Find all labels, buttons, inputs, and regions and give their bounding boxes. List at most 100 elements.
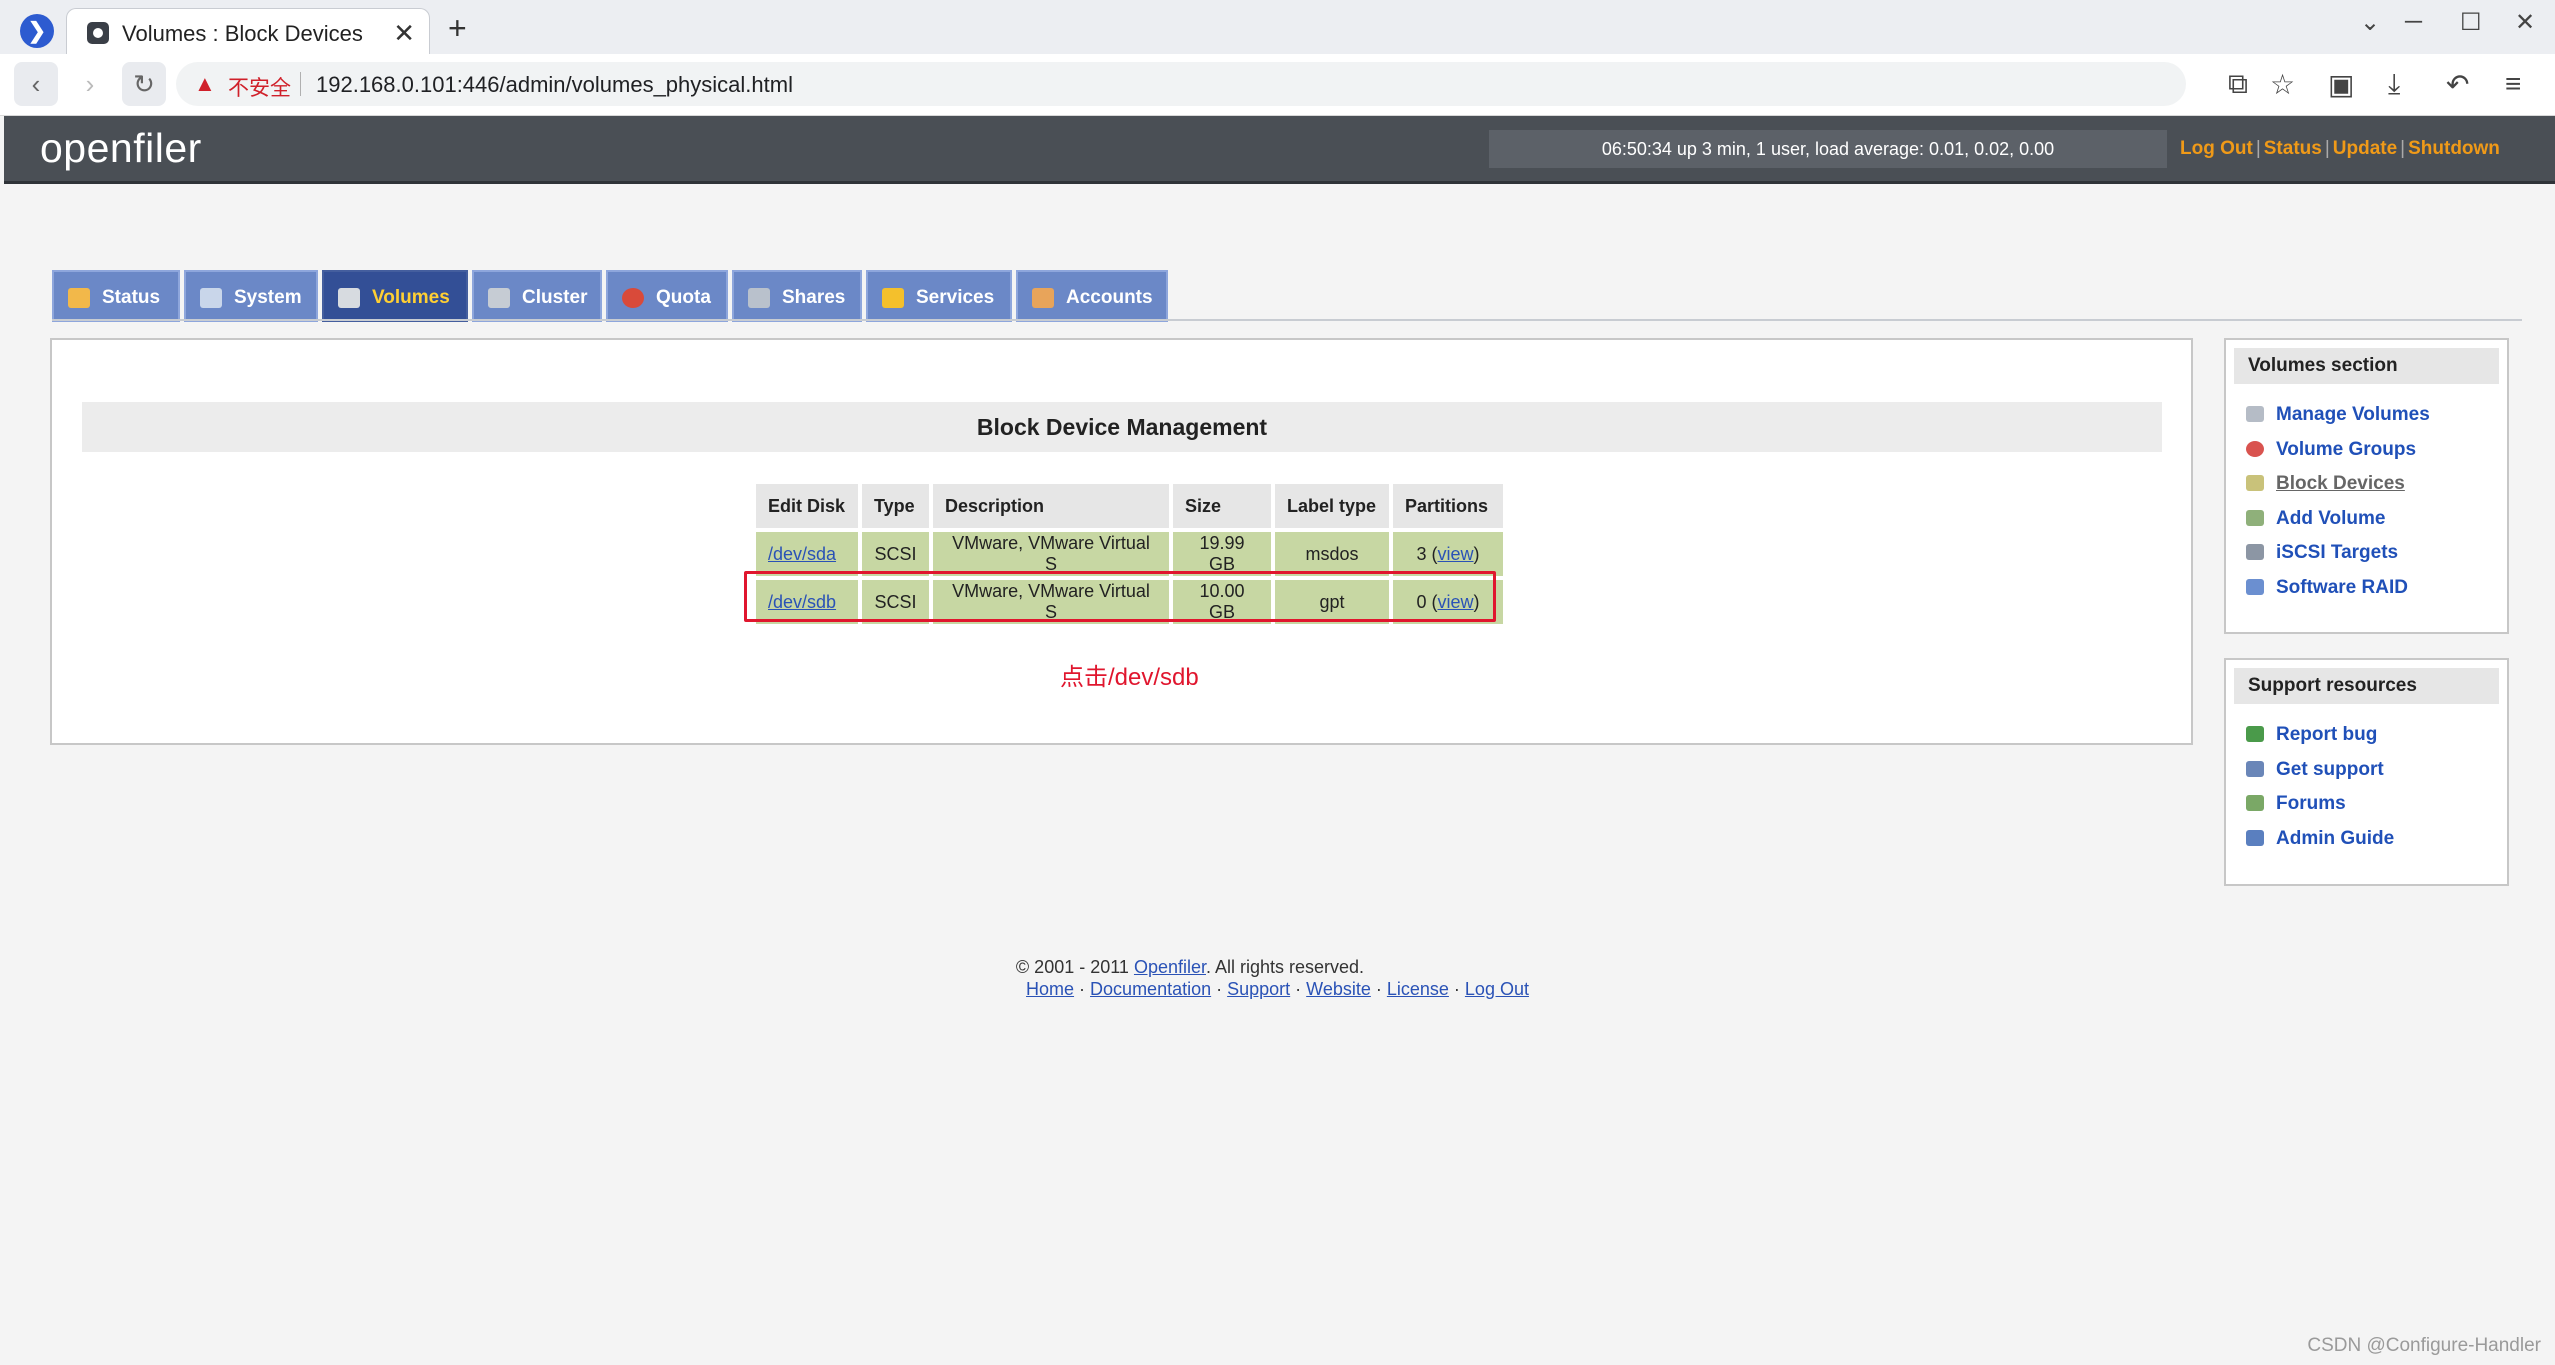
- size-cell: 19.99 GB: [1173, 532, 1271, 576]
- back-button[interactable]: ‹: [14, 62, 58, 106]
- label-type-cell: msdos: [1275, 532, 1389, 576]
- sidebar-item-label[interactable]: Software RAID: [2276, 577, 2408, 598]
- sidebar-item-label[interactable]: Admin Guide: [2276, 828, 2394, 849]
- link-divider: |: [2400, 138, 2405, 159]
- footer-support-link[interactable]: Support: [1227, 979, 1290, 999]
- groups-icon: [2246, 441, 2264, 457]
- sidebar-item-label[interactable]: Block Devices: [2276, 473, 2405, 494]
- uptime-status: 06:50:34 up 3 min, 1 user, load average:…: [1489, 130, 2167, 168]
- sidebar-item-add-volume[interactable]: Add Volume: [2246, 502, 2507, 537]
- tab-status[interactable]: Status: [52, 270, 180, 322]
- volumes-section-list: Manage Volumes Volume Groups Block Devic…: [2226, 392, 2507, 621]
- browser-logo-icon: ❯: [20, 14, 54, 48]
- footer-website-link[interactable]: Website: [1306, 979, 1371, 999]
- header-links: Log Out|Status|Update|Shutdown: [2180, 138, 2500, 160]
- tab-close-icon[interactable]: ✕: [393, 18, 415, 49]
- block-device-icon: [2246, 475, 2264, 491]
- sidebar-item-label[interactable]: Add Volume: [2276, 508, 2385, 529]
- nav-divider: [52, 319, 2522, 321]
- collections-icon[interactable]: ▣: [2328, 68, 2354, 101]
- sun-cloud-icon: [68, 288, 90, 308]
- copyright-line: © 2001 - 2011 Openfiler. All rights rese…: [1016, 956, 1364, 978]
- update-link[interactable]: Update: [2333, 138, 2397, 159]
- sidebar-item-software-raid[interactable]: Software RAID: [2246, 571, 2507, 606]
- bookmark-star-icon[interactable]: ☆: [2270, 68, 2295, 101]
- page-title: Block Device Management: [82, 402, 2162, 452]
- warning-icon: ▲: [194, 71, 216, 97]
- tab-label: Status: [102, 272, 160, 324]
- guide-icon: [2246, 830, 2264, 846]
- security-label[interactable]: 不安全: [228, 72, 291, 102]
- support-resources-box: Support resources Report bug Get support…: [2224, 658, 2509, 886]
- volumes-section-title: Volumes section: [2234, 348, 2499, 384]
- openfiler-logo[interactable]: openfiler: [40, 125, 202, 172]
- window-close-icon[interactable]: ✕: [2515, 8, 2535, 37]
- address-bar: ‹ › ↻ ▲ 不安全 192.168.0.101:446/admin/volu…: [0, 54, 2555, 116]
- edit-disk-sdb-link[interactable]: /dev/sdb: [768, 592, 836, 612]
- tab-title: Volumes : Block Devices: [122, 21, 363, 47]
- tab-services[interactable]: Services: [866, 270, 1012, 322]
- iscsi-icon: [2246, 544, 2264, 560]
- cluster-icon: [488, 288, 510, 308]
- browser-tab[interactable]: Volumes : Block Devices ✕: [66, 8, 430, 54]
- footer-home-link[interactable]: Home: [1026, 979, 1074, 999]
- sidebar-item-forums[interactable]: Forums: [2246, 787, 2507, 822]
- footer-logout-link[interactable]: Log Out: [1465, 979, 1529, 999]
- url-separator: [300, 72, 301, 96]
- tab-quota[interactable]: Quota: [606, 270, 728, 322]
- sidebar-item-block-devices[interactable]: Block Devices: [2246, 467, 2507, 502]
- column-header: Size: [1173, 484, 1271, 528]
- undo-icon[interactable]: ↶: [2446, 68, 2469, 101]
- forward-button[interactable]: ›: [68, 62, 112, 106]
- support-icon: [2246, 761, 2264, 777]
- footer-license-link[interactable]: License: [1387, 979, 1449, 999]
- sidebar-item-label[interactable]: Volume Groups: [2276, 439, 2416, 460]
- tab-accounts[interactable]: Accounts: [1016, 270, 1168, 322]
- url-field[interactable]: ▲ 不安全 192.168.0.101:446/admin/volumes_ph…: [176, 62, 2186, 106]
- footer-documentation-link[interactable]: Documentation: [1090, 979, 1211, 999]
- sidebar-item-label[interactable]: Forums: [2276, 793, 2346, 814]
- openfiler-link[interactable]: Openfiler: [1134, 957, 1206, 977]
- new-tab-button[interactable]: +: [448, 12, 467, 44]
- volumes-section-box: Volumes section Manage Volumes Volume Gr…: [2224, 338, 2509, 634]
- tab-system[interactable]: System: [184, 270, 318, 322]
- logout-link[interactable]: Log Out: [2180, 138, 2253, 159]
- url-text[interactable]: 192.168.0.101:446/admin/volumes_physical…: [316, 72, 793, 98]
- table-row: /dev/sda SCSI VMware, VMware Virtual S 1…: [756, 532, 1503, 576]
- sidebar-item-iscsi-targets[interactable]: iSCSI Targets: [2246, 536, 2507, 571]
- sidebar-item-get-support[interactable]: Get support: [2246, 753, 2507, 788]
- sidebar-item-volume-groups[interactable]: Volume Groups: [2246, 433, 2507, 468]
- sidebar-item-manage-volumes[interactable]: Manage Volumes: [2246, 398, 2507, 433]
- size-cell: 10.00 GB: [1173, 580, 1271, 624]
- drive-icon: [748, 288, 770, 308]
- tab-list-chevron-icon[interactable]: ⌄: [2360, 8, 2380, 37]
- tab-volumes[interactable]: Volumes: [322, 270, 468, 322]
- tab-label: Volumes: [372, 272, 450, 324]
- view-partitions-sda-link[interactable]: view: [1438, 544, 1474, 564]
- block-device-table: Edit Disk Type Description Size Label ty…: [752, 480, 1507, 628]
- tab-shares[interactable]: Shares: [732, 270, 862, 322]
- shutdown-link[interactable]: Shutdown: [2408, 138, 2500, 159]
- column-header: Type: [862, 484, 929, 528]
- menu-icon[interactable]: ≡: [2505, 68, 2521, 100]
- tab-cluster[interactable]: Cluster: [472, 270, 602, 322]
- table-header-row: Edit Disk Type Description Size Label ty…: [756, 484, 1503, 528]
- copyright-suffix: . All rights reserved.: [1206, 957, 1364, 977]
- edit-disk-sda-link[interactable]: /dev/sda: [768, 544, 836, 564]
- sidebar-item-label[interactable]: Report bug: [2276, 724, 2377, 745]
- maximize-icon[interactable]: ☐: [2460, 8, 2482, 37]
- status-link[interactable]: Status: [2264, 138, 2322, 159]
- sidebar-item-label[interactable]: Get support: [2276, 759, 2384, 780]
- sidebar-item-report-bug[interactable]: Report bug: [2246, 718, 2507, 753]
- sidebar-item-label[interactable]: Manage Volumes: [2276, 404, 2430, 425]
- view-partitions-sdb-link[interactable]: view: [1438, 592, 1474, 612]
- reload-button[interactable]: ↻: [122, 62, 166, 106]
- sidebar-item-admin-guide[interactable]: Admin Guide: [2246, 822, 2507, 857]
- footer-links: Home · Documentation · Support · Website…: [0, 978, 2555, 1000]
- translate-icon[interactable]: ⧉: [2228, 68, 2248, 101]
- minimize-icon[interactable]: ─: [2405, 8, 2422, 36]
- watermark: CSDN @Configure-Handler: [2307, 1335, 2541, 1357]
- sidebar-item-label[interactable]: iSCSI Targets: [2276, 542, 2398, 563]
- partition-count: 3: [1416, 544, 1426, 564]
- download-icon[interactable]: ⤓: [2388, 68, 2400, 101]
